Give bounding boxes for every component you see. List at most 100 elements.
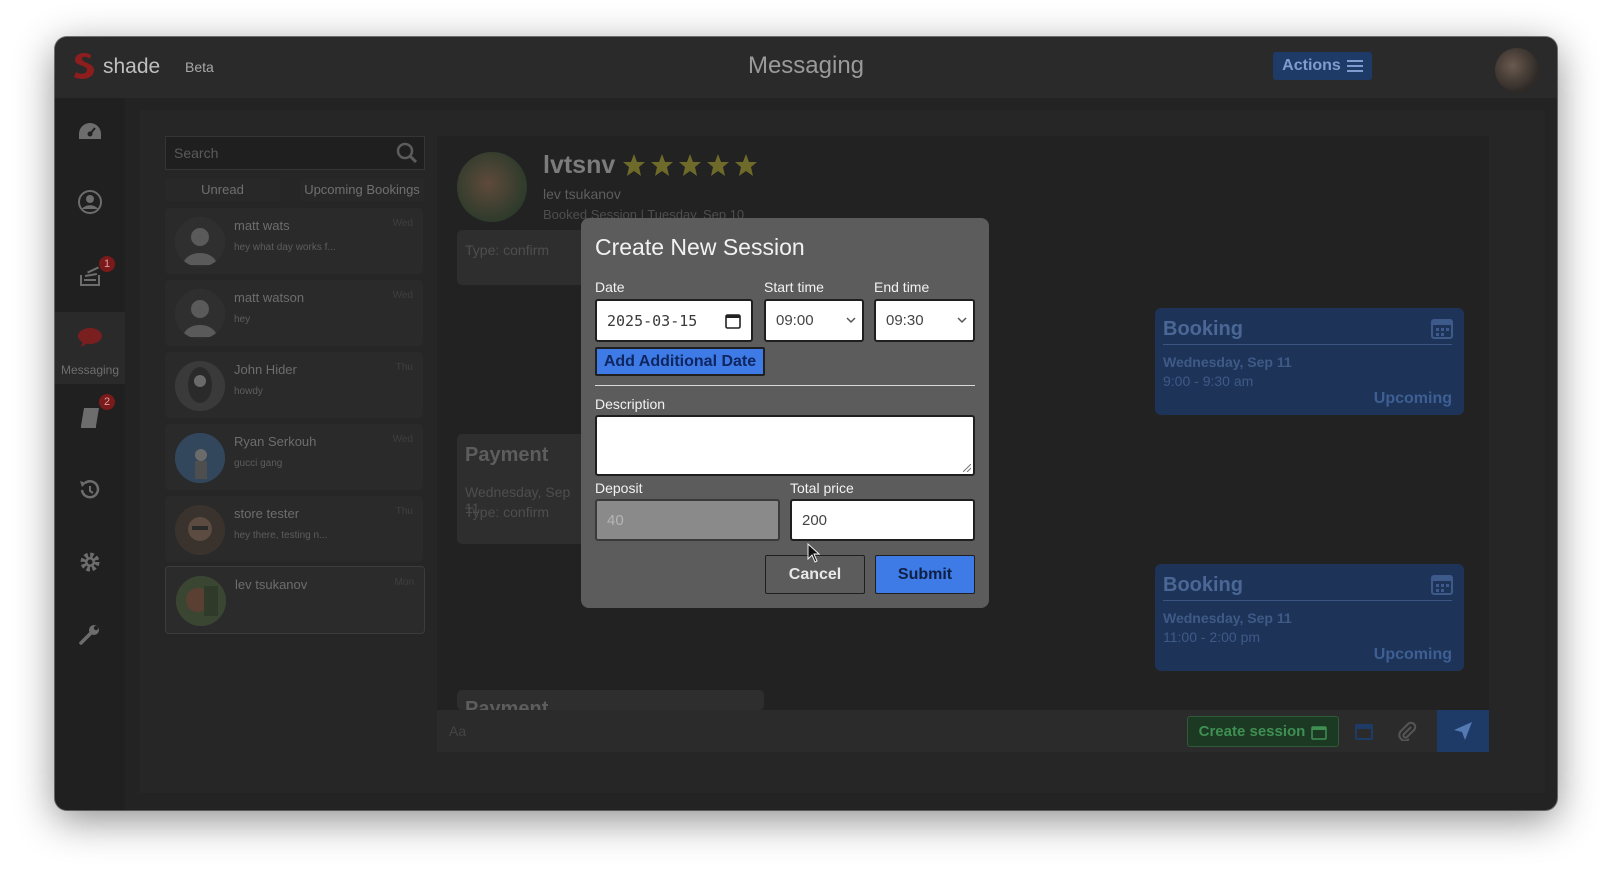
booking-date: Wednesday, Sep 11 (1163, 610, 1292, 626)
gear-icon (80, 552, 100, 572)
booking-time: 11:00 - 2:00 pm (1163, 629, 1261, 645)
send-icon (1454, 722, 1472, 740)
book-badge: 2 (99, 394, 115, 410)
chevron-down-icon (846, 317, 856, 324)
conversation-name: matt wats (234, 218, 290, 233)
contact-full-name: lev tsukanov (543, 186, 621, 202)
conversation-item[interactable]: Ryan Serkouh gucci gang Wed (165, 424, 423, 490)
payment-title: Payment (465, 698, 549, 710)
conversation-item[interactable]: matt watson hey Wed (165, 280, 423, 346)
add-additional-date-button[interactable]: Add Additional Date (595, 347, 765, 376)
avatar (175, 433, 225, 483)
start-time-value: 09:00 (776, 312, 814, 329)
avatar (175, 289, 225, 339)
end-time-value: 09:30 (886, 312, 924, 329)
star-icon (623, 154, 645, 176)
sidebar-item-bookings[interactable]: 1 (55, 252, 125, 296)
sidebar-item-tools[interactable] (55, 612, 125, 656)
contact-handle: lvtsnv (543, 151, 616, 179)
submit-button[interactable]: Submit (875, 555, 975, 594)
total-price-input[interactable]: 200 (790, 499, 975, 541)
contact-avatar[interactable] (457, 152, 527, 222)
conversation-item[interactable]: store tester hey there, testing n... Thu (165, 496, 423, 562)
conversation-preview: howdy (234, 386, 263, 397)
conversation-name: matt watson (234, 290, 305, 305)
sidebar-item-book[interactable]: 2 (55, 394, 125, 440)
avatar (175, 505, 225, 555)
booking-card[interactable]: Booking Wednesday, Sep 11 9:00 - 9:30 am… (1155, 308, 1464, 415)
message-card: Type: confirm (457, 230, 587, 285)
conversation-day: Wed (392, 434, 413, 445)
booking-card[interactable]: Booking Wednesday, Sep 11 11:00 - 2:00 p… (1155, 564, 1464, 671)
date-label: Date (595, 279, 625, 295)
message-input[interactable]: Aa (449, 723, 466, 739)
user-avatar[interactable] (1495, 48, 1539, 92)
calendar-icon[interactable] (725, 313, 741, 329)
conversation-name: John Hider (234, 362, 297, 377)
payment-card: Payment (457, 690, 764, 710)
menu-icon (1346, 60, 1363, 72)
tab-unread[interactable]: Unread (165, 179, 280, 201)
tab-upcoming-bookings[interactable]: Upcoming Bookings (300, 179, 424, 201)
sidebar-item-dashboard[interactable] (55, 110, 125, 154)
search-input[interactable]: Search (174, 145, 218, 161)
compose-bar: Aa Create session (437, 710, 1489, 752)
booking-date: Wednesday, Sep 11 (1163, 354, 1292, 370)
bookings-badge: 1 (99, 256, 115, 272)
end-time-label: End time (874, 279, 930, 295)
star-icon (679, 154, 701, 176)
messaging-icon (78, 328, 102, 347)
send-button[interactable] (1437, 710, 1489, 752)
resize-handle-icon[interactable] (963, 464, 971, 472)
star-icon (735, 154, 757, 176)
conversation-item[interactable]: matt wats hey what day works f... Wed (165, 208, 423, 274)
date-input[interactable]: 2025-03-15 (595, 299, 753, 342)
search-icon[interactable] (396, 142, 418, 164)
sidebar: 1 Messaging 2 (55, 98, 125, 810)
profile-icon (78, 190, 102, 214)
history-icon (80, 480, 100, 499)
create-session-label: Create session (1198, 723, 1306, 740)
booking-divider (1163, 344, 1452, 345)
conversation-day: Thu (395, 506, 413, 517)
payment-card: Payment Wednesday, Sep 11 Type: confirm (457, 434, 587, 544)
start-time-select[interactable]: 09:00 (764, 299, 864, 342)
booking-title: Booking (1163, 318, 1243, 340)
sidebar-item-settings[interactable] (55, 540, 125, 584)
booking-title: Booking (1163, 574, 1243, 596)
star-icon (651, 154, 673, 176)
modal-divider (595, 385, 975, 386)
avatar (175, 361, 225, 411)
conversation-item-selected[interactable]: lev tsukanov Mon (165, 566, 425, 634)
chevron-down-icon (957, 317, 967, 324)
create-session-button[interactable]: Create session (1187, 716, 1339, 747)
deposit-input[interactable]: 40 (595, 499, 780, 541)
conversation-preview: gucci gang (234, 458, 283, 469)
conversation-day: Thu (395, 362, 413, 373)
calendar-icon (1431, 575, 1453, 595)
calendar-icon[interactable] (1355, 722, 1373, 740)
conversation-day: Mon (394, 577, 414, 588)
sidebar-item-messaging[interactable]: Messaging (55, 312, 125, 384)
book-icon (81, 408, 99, 428)
sidebar-item-messaging-label: Messaging (60, 363, 120, 377)
description-textarea[interactable] (595, 415, 975, 476)
payment-title: Payment (465, 444, 549, 466)
modal-title: Create New Session (595, 234, 805, 260)
end-time-select[interactable]: 09:30 (874, 299, 975, 342)
total-price-value: 200 (802, 511, 828, 529)
sidebar-item-history[interactable] (55, 468, 125, 512)
booking-divider (1163, 600, 1452, 601)
conversation-day: Wed (392, 218, 413, 229)
conversation-item[interactable]: John Hider howdy Thu (165, 352, 423, 418)
paperclip-icon[interactable] (1397, 721, 1417, 741)
actions-label: Actions (1282, 57, 1341, 74)
top-bar: shade Beta Messaging Actions (55, 37, 1557, 98)
booking-time: 9:00 - 9:30 am (1163, 373, 1254, 389)
search-field[interactable]: Search (165, 136, 425, 170)
sidebar-item-profile[interactable] (55, 180, 125, 224)
booking-status: Upcoming (1373, 390, 1452, 407)
actions-button[interactable]: Actions (1273, 52, 1372, 80)
star-icon (707, 154, 729, 176)
start-time-label: Start time (764, 279, 824, 295)
